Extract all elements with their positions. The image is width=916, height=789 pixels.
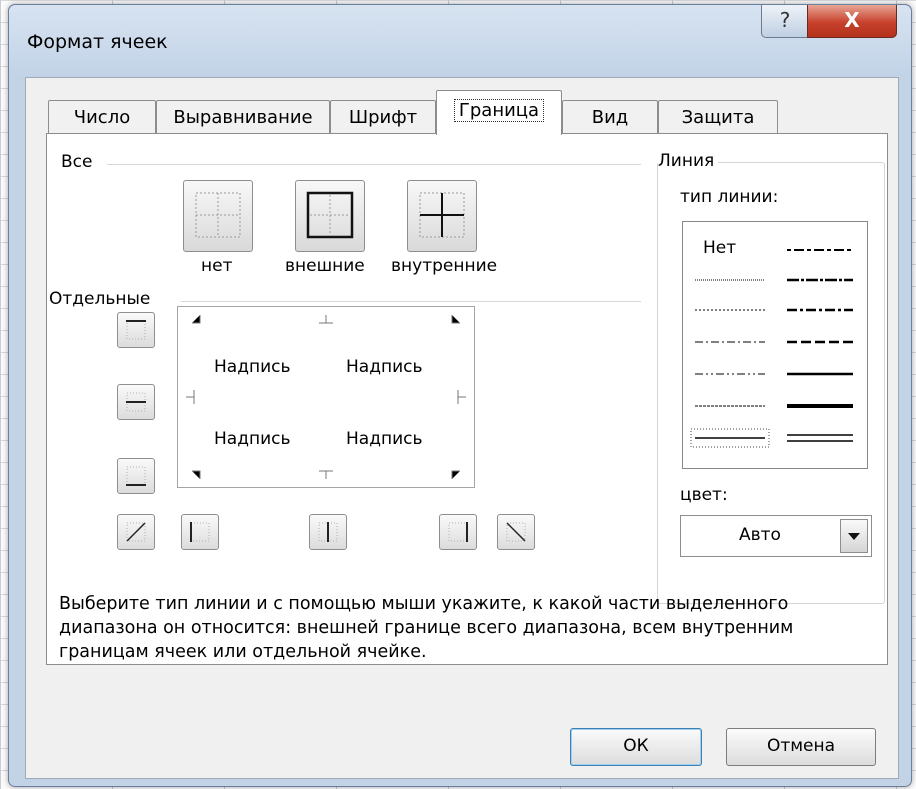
tab-font[interactable]: Шрифт — [330, 100, 436, 135]
tab-protection[interactable]: Защита — [658, 100, 778, 135]
border-preview[interactable]: Надпись Надпись Надпись Надпись — [177, 306, 475, 488]
chevron-down-icon — [848, 533, 860, 540]
tab-fill[interactable]: Вид — [562, 100, 658, 135]
preview-text-bottom-left: Надпись — [214, 429, 291, 449]
preview-corner-marks — [186, 315, 466, 479]
border-diagonal-down-icon — [506, 522, 526, 542]
border-top-button[interactable] — [117, 312, 155, 348]
border-bottom-icon — [126, 466, 146, 486]
border-diagonal-down-button[interactable] — [497, 514, 535, 550]
line-group-label: Линия — [658, 151, 719, 171]
border-bottom-button[interactable] — [117, 458, 155, 494]
border-divider — [181, 301, 641, 302]
border-middle-horizontal-button[interactable] — [117, 384, 155, 420]
border-middle-vertical-button[interactable] — [309, 514, 347, 550]
preview-text-bottom-right: Надпись — [346, 429, 423, 449]
tab-alignment-label: Выравнивание — [173, 107, 313, 128]
dialog-client: Число Выравнивание Шрифт Граница Вид Защ… — [25, 77, 899, 779]
preset-outline-button[interactable] — [295, 180, 365, 252]
format-cells-dialog: Формат ячеек ? X Число Выравнивание Шриф… — [8, 4, 912, 787]
tab-border[interactable]: Граница — [436, 90, 562, 135]
preview-text-top-left: Надпись — [214, 357, 291, 377]
line-style-list[interactable]: Нет — [682, 221, 868, 469]
tab-fill-label: Вид — [591, 107, 629, 128]
border-tab-panel: Все нет внешние внутренние Отдельные Над… — [46, 133, 888, 665]
line-style-label: тип линии: — [680, 187, 779, 207]
preset-outline-label: внешние — [285, 256, 365, 276]
tab-font-label: Шрифт — [348, 107, 418, 128]
line-group: Линия тип линии: Нет цвет: Авто — [657, 151, 885, 604]
border-inside-icon — [419, 192, 465, 238]
tab-number-label: Число — [73, 107, 131, 128]
preview-text-top-right: Надпись — [346, 357, 423, 377]
title-bar[interactable]: Формат ячеек ? X — [9, 5, 911, 77]
border-outline-icon — [306, 191, 354, 239]
color-value: Авто — [739, 525, 781, 545]
color-dropdown-button[interactable] — [840, 519, 868, 553]
border-left-icon — [190, 522, 210, 542]
cancel-button[interactable]: Отмена — [726, 728, 876, 766]
border-middle-vertical-icon — [318, 522, 338, 542]
tab-number[interactable]: Число — [48, 100, 156, 135]
border-right-button[interactable] — [439, 514, 477, 550]
preset-none-label: нет — [201, 256, 233, 276]
border-right-icon — [448, 522, 468, 542]
help-button[interactable]: ? — [761, 5, 809, 38]
border-group-label: Отдельные — [49, 289, 155, 309]
color-label: цвет: — [680, 485, 728, 505]
border-diagonal-up-button[interactable] — [117, 514, 155, 550]
border-top-icon — [126, 320, 146, 340]
color-select[interactable]: Авто — [680, 515, 872, 557]
border-none-icon — [195, 192, 241, 238]
line-style-samples — [690, 249, 853, 448]
tab-protection-label: Защита — [681, 107, 755, 128]
instruction-text: Выберите тип линии и с помощью мыши укаж… — [59, 594, 794, 662]
presets-divider — [107, 164, 641, 165]
close-button[interactable]: X — [807, 5, 897, 38]
border-left-button[interactable] — [181, 514, 219, 550]
preset-none-button[interactable] — [183, 180, 253, 252]
preset-inside-label: внутренние — [391, 256, 498, 276]
tab-alignment[interactable]: Выравнивание — [156, 100, 330, 135]
border-middle-horizontal-icon — [126, 392, 146, 412]
dialog-title: Формат ячеек — [27, 31, 168, 53]
preset-inside-button[interactable] — [407, 180, 477, 252]
ok-button[interactable]: ОК — [570, 728, 702, 766]
tab-border-label: Граница — [453, 99, 545, 122]
presets-group-label: Все — [61, 152, 97, 172]
border-diagonal-up-icon — [126, 522, 146, 542]
